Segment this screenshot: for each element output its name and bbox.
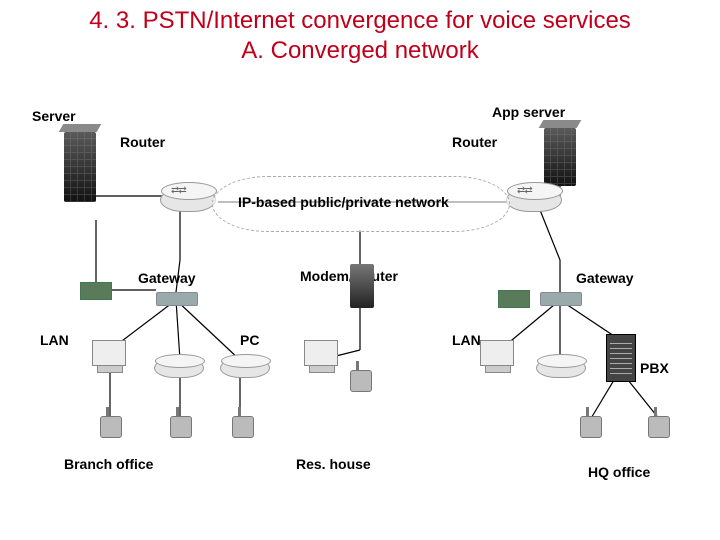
hub-hq-icon bbox=[536, 358, 586, 378]
label-gateway-right: Gateway bbox=[576, 270, 634, 286]
label-pbx: PBX bbox=[640, 360, 669, 376]
phone-hq-1-icon bbox=[580, 416, 602, 438]
slide: 4. 3. PSTN/Internet convergence for voic… bbox=[0, 0, 720, 540]
router-right-icon: ⇄⇄ bbox=[506, 188, 562, 212]
lan-switch-right-icon bbox=[498, 290, 530, 308]
title-line-1: 4. 3. PSTN/Internet convergence for voic… bbox=[89, 7, 631, 34]
label-lan-right: LAN bbox=[452, 332, 481, 348]
gateway-right-icon bbox=[540, 292, 582, 306]
pc-res-icon bbox=[304, 340, 338, 366]
label-res-house: Res. house bbox=[296, 456, 371, 472]
lan-switch-left-icon bbox=[80, 282, 112, 300]
app-server-icon bbox=[544, 128, 576, 186]
label-modem-router: Modem/Router bbox=[300, 268, 398, 284]
label-router-left: Router bbox=[120, 134, 165, 150]
label-app-server: App server bbox=[492, 104, 565, 120]
label-pc: PC bbox=[240, 332, 259, 348]
title-line-2: A. Converged network bbox=[241, 37, 478, 64]
pc-branch-1-icon bbox=[92, 340, 126, 366]
pc-hq-icon bbox=[480, 340, 514, 366]
phone-hq-2-icon bbox=[648, 416, 670, 438]
server-icon bbox=[64, 132, 96, 202]
label-branch-office: Branch office bbox=[64, 456, 153, 472]
hub-branch-2-icon bbox=[220, 358, 270, 378]
phone-branch-2-icon bbox=[170, 416, 192, 438]
phone-branch-3-icon bbox=[232, 416, 254, 438]
label-hq-office: HQ office bbox=[588, 464, 650, 480]
label-gateway-left: Gateway bbox=[138, 270, 196, 286]
pbx-icon bbox=[606, 334, 636, 382]
label-router-right: Router bbox=[452, 134, 497, 150]
label-network: IP-based public/private network bbox=[238, 194, 449, 210]
phone-res-icon bbox=[350, 370, 372, 392]
gateway-left-icon bbox=[156, 292, 198, 306]
label-server: Server bbox=[32, 108, 76, 124]
slide-title: 4. 3. PSTN/Internet convergence for voic… bbox=[0, 6, 720, 66]
router-left-icon: ⇄⇄ bbox=[160, 188, 216, 212]
modem-router-icon bbox=[350, 264, 374, 308]
label-lan-left: LAN bbox=[40, 332, 69, 348]
hub-branch-icon bbox=[154, 358, 204, 378]
phone-branch-1-icon bbox=[100, 416, 122, 438]
